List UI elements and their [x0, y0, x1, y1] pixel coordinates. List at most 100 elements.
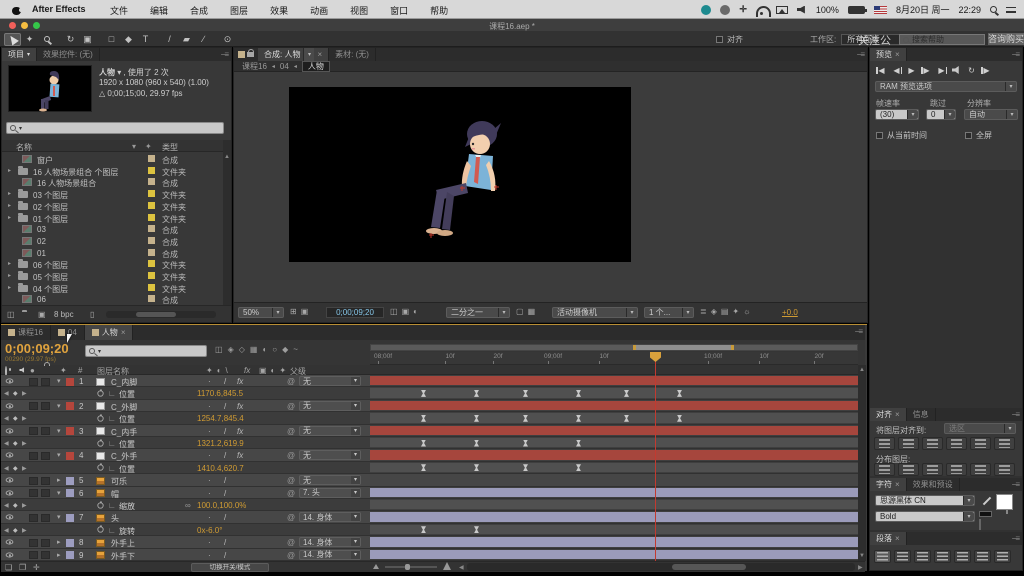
zoom-in-mountain-icon[interactable] [443, 562, 451, 570]
layer-duration-bar[interactable] [370, 550, 858, 559]
expand-arrow-icon[interactable]: ▸ [57, 476, 61, 484]
parent-pickwhip-icon[interactable]: @ [287, 402, 295, 411]
paragraph-align-right-button[interactable] [914, 550, 931, 563]
scroll-up-icon[interactable]: ▲ [224, 154, 230, 160]
font-family-select[interactable]: 思源黑体 CN▾ [875, 495, 975, 506]
snap-checkbox[interactable] [716, 36, 723, 43]
app-menu-title[interactable]: After Effects [32, 4, 86, 14]
frame-blend-icon[interactable]: ▦ [250, 345, 258, 354]
parent-pickwhip-icon[interactable]: @ [287, 427, 295, 436]
track-row[interactable] [370, 536, 858, 548]
collapse-arrow-icon[interactable]: ▾ [57, 427, 61, 435]
layer-duration-bar[interactable] [370, 450, 858, 459]
expand-arrow-icon[interactable]: ▸ [8, 214, 11, 221]
align-top-button[interactable] [946, 437, 967, 450]
collapse-arrow-icon[interactable]: ▾ [57, 377, 61, 385]
pixel-aspect-icon[interactable]: ≣ [700, 307, 707, 316]
track-row[interactable] [370, 412, 858, 424]
next-keyframe-icon[interactable]: ▶ [22, 390, 27, 397]
zoom-out-mountain-icon[interactable] [373, 564, 379, 569]
project-search-input[interactable]: ▾ [6, 122, 224, 134]
quality-switch-icon[interactable]: · [208, 538, 211, 547]
work-area-start-handle[interactable] [633, 345, 636, 350]
layer-name[interactable]: 可乐 [111, 476, 127, 487]
paragraph-align-left-button[interactable] [874, 550, 891, 563]
tab-paragraph[interactable]: 段落× [870, 532, 907, 545]
time-ruler[interactable]: 08;00f10f20f09;00f10f10;00f10f20f [370, 352, 858, 365]
expand-modes-icon[interactable]: ✛ [33, 563, 40, 572]
menu-item-3[interactable]: 图层 [230, 4, 248, 17]
layer-name[interactable]: C_外脚 [111, 402, 137, 413]
align-vcenter-button[interactable] [970, 437, 991, 450]
link-scale-icon[interactable]: ∞ [185, 501, 191, 510]
lock-box[interactable] [41, 378, 50, 386]
add-keyframe-icon[interactable]: ◆ [13, 502, 18, 509]
stopwatch-icon[interactable] [97, 527, 103, 533]
layer-row[interactable]: ▾1C_内脚·/fx@无▾ [1, 375, 370, 387]
fill-color-swatch[interactable] [996, 494, 1013, 510]
tab-align[interactable]: 对齐× [870, 408, 907, 421]
help-search-input[interactable]: 搜索帮助 [899, 34, 985, 45]
comp-mini-flowchart-icon[interactable]: ◫ [215, 345, 223, 354]
expand-arrow-icon[interactable]: ▸ [8, 190, 11, 197]
menu-item-2[interactable]: 合成 [190, 4, 208, 17]
layer-name[interactable]: C_内手 [111, 427, 137, 438]
track-row[interactable] [370, 462, 858, 474]
stopwatch-icon[interactable] [97, 390, 103, 396]
parent-select[interactable]: 7. 头▾ [299, 488, 361, 498]
mask-visibility-icon[interactable]: ▣ [301, 307, 309, 316]
tab-effects-presets[interactable]: 效果和预设 [907, 478, 960, 491]
show-snapshot-icon[interactable]: ▣ [402, 307, 410, 316]
from-current-time-checkbox[interactable] [876, 132, 883, 139]
channels-icon[interactable]: ◐ [413, 307, 418, 316]
visibility-eye-icon[interactable] [6, 378, 14, 383]
solo-box[interactable] [29, 551, 38, 559]
label-chip[interactable] [148, 202, 155, 209]
layer-duration-bar[interactable] [370, 401, 858, 410]
line-tool-icon[interactable]: / [161, 33, 178, 46]
timeline-hscrollbar[interactable] [467, 563, 855, 571]
layer-row[interactable]: ▾6帽·/@7. 头▾ [1, 487, 370, 499]
move-icon[interactable]: ✛ [739, 4, 747, 15]
label-chip[interactable] [148, 260, 155, 267]
next-keyframe-icon[interactable]: ▶ [22, 440, 27, 447]
view-layout-select[interactable]: 1 个...▾ [644, 307, 694, 318]
collapse-arrow-icon[interactable]: ▾ [57, 513, 61, 521]
timeline-button-icon[interactable]: ▤ [721, 307, 729, 316]
timeline-tab-2[interactable]: 人物× [85, 325, 134, 340]
breadcrumb-item[interactable]: 04 [280, 62, 289, 71]
track-row[interactable] [370, 437, 858, 449]
parent-select[interactable]: 无▾ [299, 475, 361, 485]
control-center-icon[interactable] [1006, 6, 1016, 14]
project-scrollbar[interactable]: ▲ [223, 140, 231, 305]
property-value[interactable]: 1254.7,845.4 [197, 414, 244, 423]
next-keyframe-icon[interactable]: ▶ [22, 415, 27, 422]
puppet-pin-tool-icon[interactable]: ⊙ [219, 33, 236, 46]
selection-tool-icon[interactable] [4, 33, 21, 46]
expand-arrow-icon[interactable]: ▸ [57, 551, 61, 559]
black-swatch[interactable] [979, 511, 992, 517]
property-row[interactable]: ◀◆▶∟位置1321.2,619.9 [1, 437, 370, 449]
grid-guides-icon[interactable]: ⊞ [290, 307, 297, 316]
timeline-tab-0[interactable]: 课程16 [1, 325, 51, 340]
skip-select[interactable]: 0▾ [926, 109, 956, 120]
tab-character[interactable]: 字符× [870, 478, 907, 491]
paragraph-justify-all-button[interactable] [994, 550, 1011, 563]
layer-row[interactable]: ▾7头·/@14. 身体▾ [1, 511, 370, 523]
effects-switch-icon[interactable]: / [224, 538, 226, 547]
hscrollbar-handle[interactable] [672, 564, 746, 570]
work-area-end-handle[interactable] [731, 345, 734, 350]
property-name[interactable]: 位置 [119, 464, 135, 475]
dist-hcenter-button[interactable] [970, 463, 991, 476]
app-dot-dark-icon[interactable] [720, 5, 730, 15]
paragraph-justify-last-left-button[interactable] [934, 550, 951, 563]
layer-name[interactable]: 头 [111, 513, 119, 524]
next-keyframe-icon[interactable]: ▶ [22, 465, 27, 472]
prev-keyframe-icon[interactable]: ◀ [4, 415, 9, 422]
stopwatch-icon[interactable] [97, 465, 103, 471]
label-chip[interactable] [148, 167, 155, 174]
solo-box[interactable] [29, 489, 38, 497]
framerate-select[interactable]: (30)▾ [875, 109, 919, 120]
layer-duration-bar[interactable] [370, 512, 858, 521]
new-comp-icon[interactable]: ▣ [38, 310, 46, 319]
